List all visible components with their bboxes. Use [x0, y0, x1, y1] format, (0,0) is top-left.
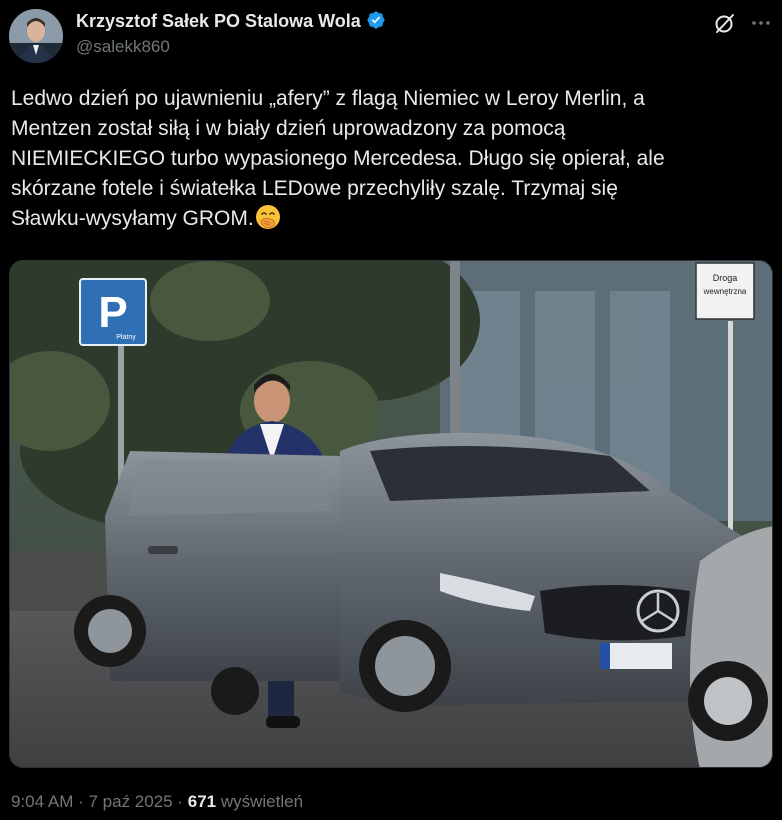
author-name-row[interactable]: Krzysztof Sałek PO Stalowa Wola	[76, 10, 386, 32]
tweet-date[interactable]: 7 paź 2025	[88, 792, 172, 811]
tweet-text-line-2: Mentzen został siłą i w biały dzień upro…	[11, 117, 566, 140]
meta-separator: ·	[172, 792, 188, 811]
meta-separator: ·	[73, 792, 89, 811]
more-dots-icon[interactable]	[750, 12, 772, 34]
road-sign-line-1: Droga	[713, 273, 738, 283]
face-with-hand-over-mouth-emoji-icon	[255, 205, 280, 229]
photo-illustration: P Płatny Droga wewnętrzna	[10, 261, 772, 767]
grok-icon[interactable]	[713, 11, 737, 35]
tweet-text-line-5-text: Sławku-wysyłamy GROM.	[11, 207, 254, 230]
author-name[interactable]: Krzysztof Sałek PO Stalowa Wola	[76, 11, 361, 31]
tweet-text: Ledwo dzień po ujawnieniu „afery” z flag…	[11, 84, 771, 234]
avatar-image	[9, 9, 63, 63]
tweet-text-line-3: NIEMIECKIEGO turbo wypasionego Mercedesa…	[11, 147, 665, 170]
views-label: wyświetleń	[216, 792, 304, 811]
parking-sign-letter: P	[98, 288, 127, 337]
author-handle[interactable]: @salekk860	[76, 37, 170, 57]
views-count: 671	[187, 792, 217, 811]
tweet-text-line-5: Sławku-wysyłamy GROM.	[11, 204, 771, 234]
parking-sign-sub: Płatny	[116, 334, 136, 341]
road-sign-line-2: wewnętrzna	[703, 287, 747, 296]
tweet-meta: 9:04 AM · 7 paź 2025 · 671 wyświetleń	[11, 792, 303, 812]
avatar[interactable]	[9, 9, 63, 63]
tweet-text-line-1: Ledwo dzień po ujawnieniu „afery” z flag…	[11, 87, 645, 110]
verified-badge-icon	[367, 11, 385, 29]
tweet-photo[interactable]: P Płatny Droga wewnętrzna	[9, 260, 773, 768]
tweet-text-line-4: skórzane fotele i światełka LEDowe przec…	[11, 177, 618, 200]
tweet: Krzysztof Sałek PO Stalowa Wola @salekk8…	[0, 0, 782, 820]
tweet-time[interactable]: 9:04 AM	[11, 792, 73, 811]
